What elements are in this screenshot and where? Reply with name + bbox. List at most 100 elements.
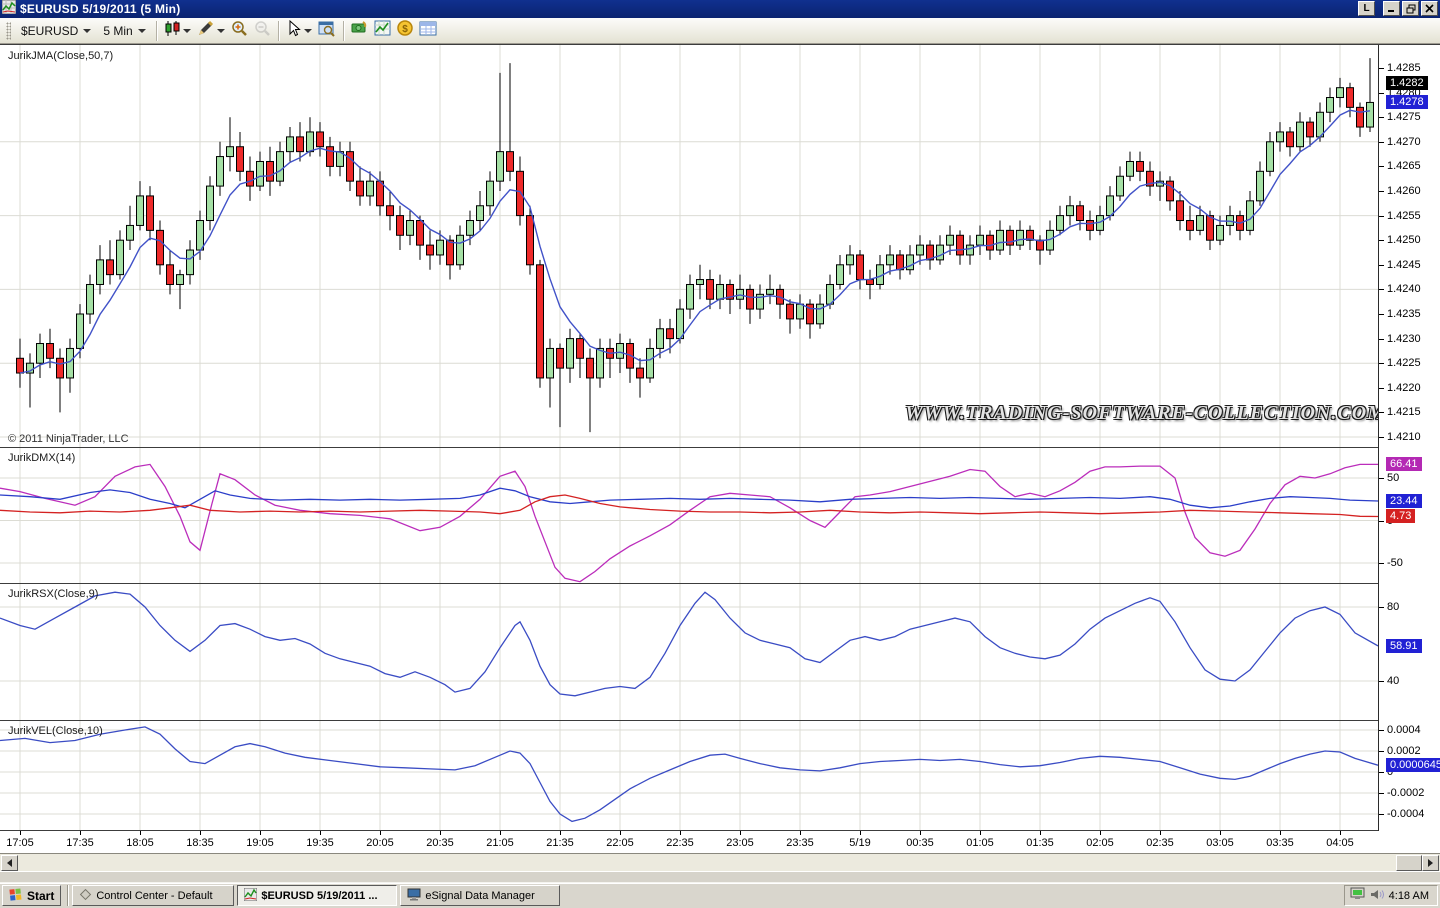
system-tray: 4:18 AM xyxy=(1344,885,1438,906)
toolbar-grip[interactable] xyxy=(6,22,11,40)
zoom-out-button[interactable] xyxy=(251,18,274,44)
time-tick xyxy=(980,831,981,835)
time-axis-label: 04:05 xyxy=(1326,837,1354,849)
link-button[interactable]: L xyxy=(1358,1,1375,16)
toolbar-separator xyxy=(278,21,279,41)
axis-tick xyxy=(1379,478,1384,479)
cursor-button[interactable] xyxy=(283,18,315,44)
axis-tick xyxy=(1379,563,1384,564)
dmx-indicator-label: JurikDMX(14) xyxy=(8,452,75,464)
axis-tick xyxy=(1379,388,1384,389)
account-coin-button[interactable]: $ xyxy=(394,18,416,43)
rsx-indicator-label: JurikRSX(Close,9) xyxy=(8,588,98,600)
scroll-right-button[interactable] xyxy=(1422,855,1439,871)
time-tick xyxy=(80,831,81,835)
panel-divider[interactable] xyxy=(0,583,1440,584)
scrollbar-thumb[interactable] xyxy=(1396,855,1422,871)
time-tick xyxy=(1100,831,1101,835)
dmx-panel-chart[interactable] xyxy=(0,448,1378,583)
axis-label: 40 xyxy=(1387,675,1399,687)
vel-line xyxy=(0,727,1378,822)
main-gridlines xyxy=(0,45,1378,447)
candlestick-icon xyxy=(164,20,180,42)
restore-button[interactable] xyxy=(1402,1,1419,16)
axis-tick xyxy=(1379,607,1384,608)
time-axis-label: 5/19 xyxy=(849,837,870,849)
task-control-center[interactable]: Control Center - Default xyxy=(72,885,234,906)
time-tick xyxy=(740,831,741,835)
panel-divider xyxy=(0,830,1440,831)
time-axis-label: 19:05 xyxy=(246,837,274,849)
time-axis-label: 03:35 xyxy=(1266,837,1294,849)
data-feed-tray-icon[interactable] xyxy=(1350,887,1365,904)
axis-label: 80 xyxy=(1387,601,1399,613)
drawing-tools-button[interactable] xyxy=(194,18,228,44)
time-axis-label: 01:35 xyxy=(1026,837,1054,849)
rsx-panel-chart[interactable] xyxy=(0,584,1378,720)
interval-selector[interactable]: 5 Min xyxy=(97,22,151,40)
time-tick xyxy=(1280,831,1281,835)
dmx-gridlines xyxy=(0,448,1378,583)
taskbar: Start Control Center - Default $EURUSD 5… xyxy=(0,882,1440,908)
svg-text:$: $ xyxy=(402,24,408,35)
price-axis[interactable]: 1.42851.42801.42751.42701.42651.42601.42… xyxy=(1378,45,1440,831)
zoom-in-icon xyxy=(231,20,248,42)
vel-panel-chart[interactable] xyxy=(0,721,1378,830)
time-axis-label: 23:35 xyxy=(786,837,814,849)
axis-tick xyxy=(1379,814,1384,815)
mini-chart-button[interactable] xyxy=(371,18,394,43)
chart-window-icon xyxy=(2,0,16,19)
monitor-icon xyxy=(407,888,421,904)
time-tick xyxy=(1340,831,1341,835)
chart-properties-button[interactable] xyxy=(315,18,339,44)
start-button[interactable]: Start xyxy=(2,885,61,906)
scroll-left-button[interactable] xyxy=(1,855,18,871)
zoom-in-button[interactable] xyxy=(228,18,251,44)
watermark-text: WWW.TRADING-SOFTWARE-COLLECTION.COM xyxy=(905,402,1375,425)
copyright-text: © 2011 NinjaTrader, LLC xyxy=(8,433,129,445)
axis-tick xyxy=(1379,681,1384,682)
panel-divider[interactable] xyxy=(0,447,1440,448)
close-button[interactable] xyxy=(1421,1,1438,16)
jma-line xyxy=(20,110,1370,373)
price-tag: 1.4282 xyxy=(1386,76,1428,90)
instrument-selector[interactable]: $EURUSD xyxy=(15,22,97,40)
axis-tick xyxy=(1379,751,1384,752)
axis-tick xyxy=(1379,265,1384,266)
axis-tick xyxy=(1379,240,1384,241)
title-bar[interactable]: $EURUSD 5/19/2011 (5 Min) L xyxy=(0,0,1440,18)
minimize-button[interactable] xyxy=(1383,1,1400,16)
volume-tray-icon[interactable] xyxy=(1370,888,1384,904)
panel-divider[interactable] xyxy=(0,720,1440,721)
pencil-icon xyxy=(197,20,214,42)
price-tag: 0.0000645 xyxy=(1386,758,1440,772)
axis-label: 1.4275 xyxy=(1387,111,1421,123)
task-eurusd-chart[interactable]: $EURUSD 5/19/2011 ... xyxy=(237,885,397,906)
time-tick xyxy=(1040,831,1041,835)
chevron-down-icon xyxy=(304,29,312,33)
windows-flag-icon xyxy=(9,888,23,904)
axis-tick xyxy=(1379,437,1384,438)
price-tag: 1.4278 xyxy=(1386,95,1428,109)
time-axis[interactable]: 17:0517:3518:0518:3519:0519:3520:0520:35… xyxy=(0,831,1440,853)
axis-label: 1.4240 xyxy=(1387,283,1421,295)
clock[interactable]: 4:18 AM xyxy=(1389,890,1429,902)
cursor-arrow-icon xyxy=(286,20,301,42)
axis-label: 1.4235 xyxy=(1387,308,1421,320)
chart-style-button[interactable] xyxy=(161,18,194,44)
axis-label: 0.0002 xyxy=(1387,745,1421,757)
axis-tick xyxy=(1379,314,1384,315)
horizontal-scrollbar[interactable] xyxy=(0,853,1440,871)
time-axis-label: 00:35 xyxy=(906,837,934,849)
time-tick xyxy=(440,831,441,835)
data-grid-button[interactable] xyxy=(416,19,440,43)
axis-tick xyxy=(1379,216,1384,217)
price-panel-chart[interactable] xyxy=(0,45,1378,447)
time-tick xyxy=(860,831,861,835)
task-esignal-data-manager[interactable]: eSignal Data Manager xyxy=(400,885,560,906)
time-axis-label: 21:35 xyxy=(546,837,574,849)
axis-label: 1.4265 xyxy=(1387,160,1421,172)
time-tick xyxy=(620,831,621,835)
left-arrow-icon xyxy=(7,859,12,867)
order-entry-button[interactable] xyxy=(348,18,371,43)
